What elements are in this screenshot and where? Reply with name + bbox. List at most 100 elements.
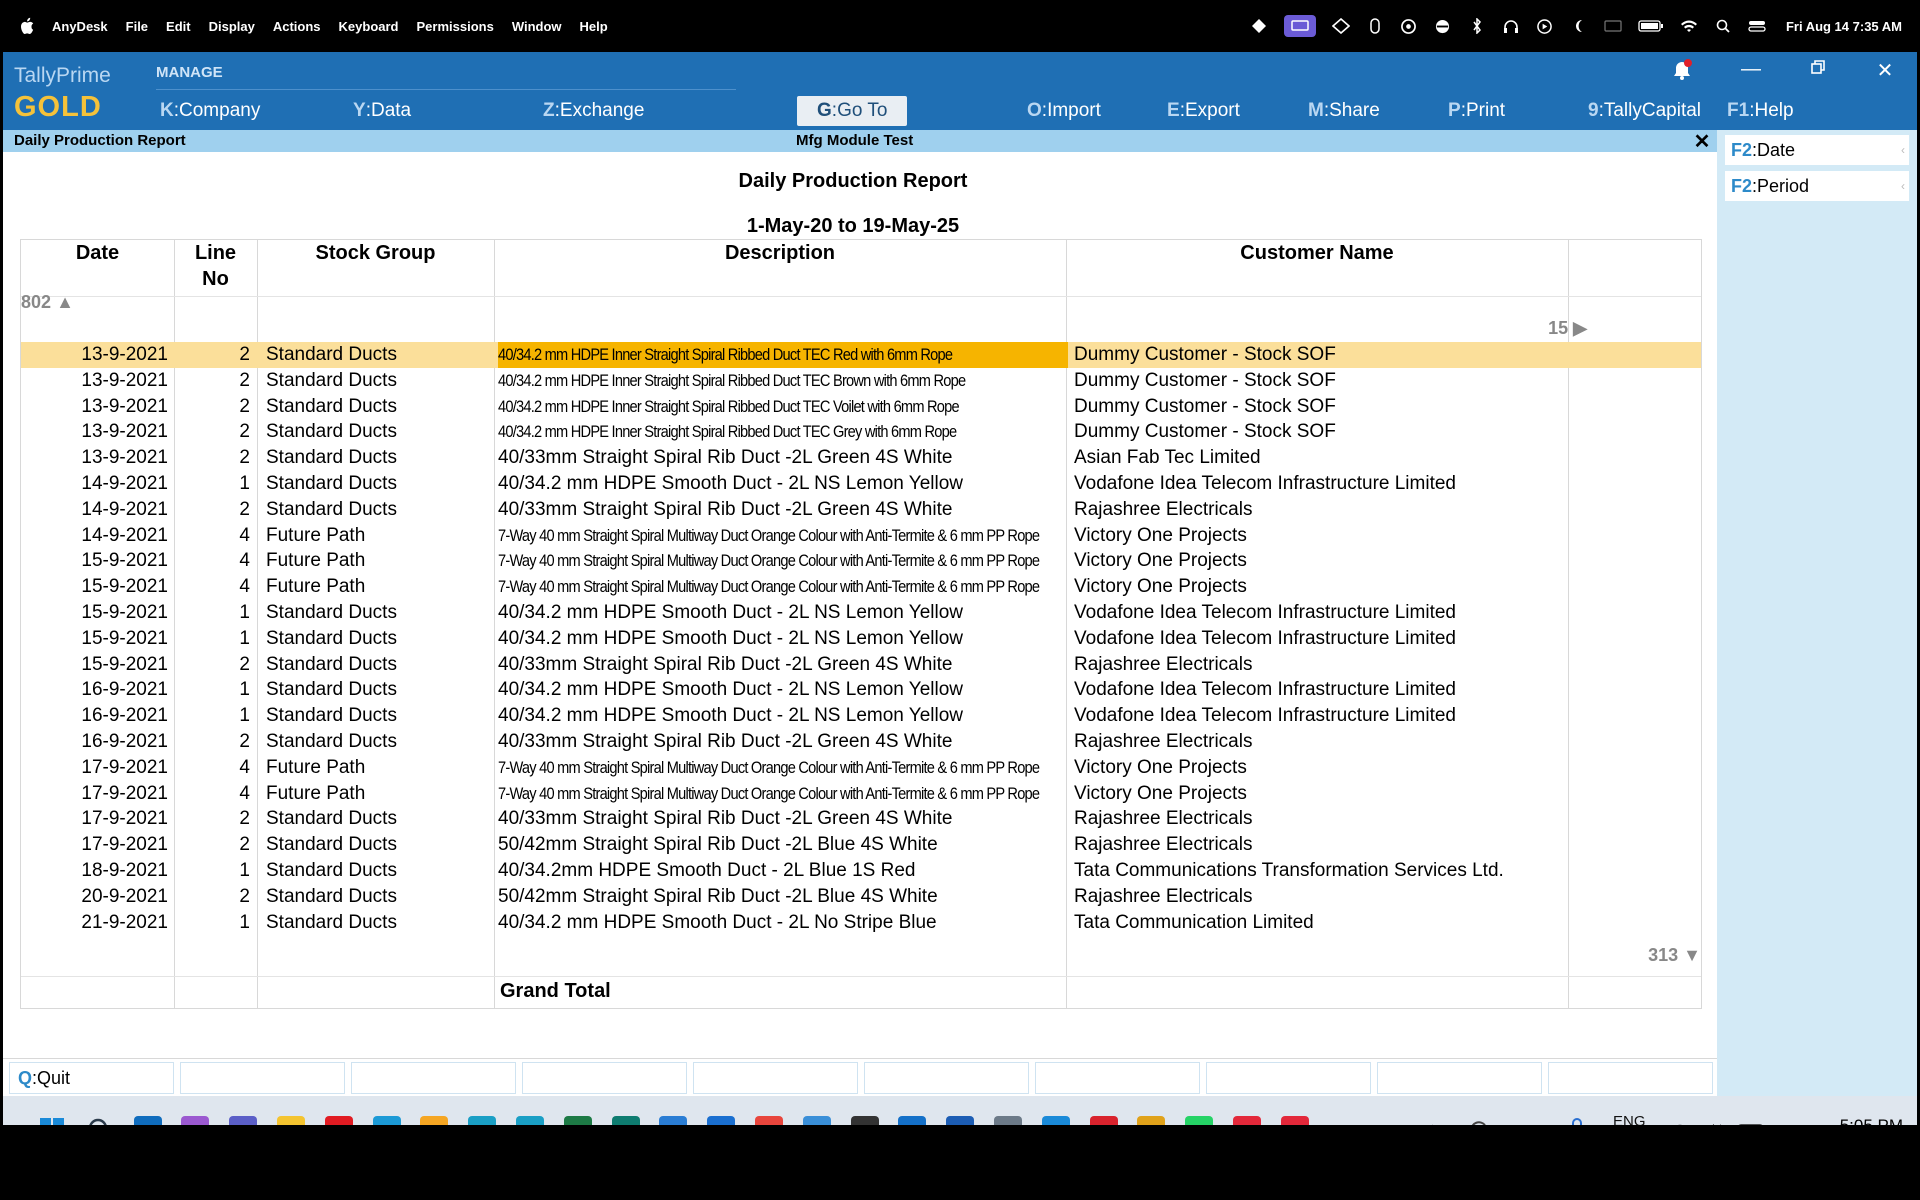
windows-start-icon[interactable] <box>38 1116 66 1125</box>
menu-app-anydesk[interactable]: AnyDesk <box>52 19 108 34</box>
acrobat-icon[interactable] <box>1089 1116 1118 1125</box>
goto-button[interactable]: G:Go To <box>797 96 908 126</box>
tallycapital-button[interactable]: 9:TallyCapital <box>1588 96 1701 126</box>
bottom-button-empty[interactable] <box>1548 1062 1713 1094</box>
menu-display[interactable]: Display <box>209 19 255 34</box>
tray-overflow-chevron-icon[interactable]: ⌃ <box>1425 1122 1440 1125</box>
import-button[interactable]: O:Import <box>1027 96 1101 126</box>
remote-control-icon[interactable] <box>1331 18 1350 34</box>
menu-help[interactable]: Help <box>580 19 608 34</box>
menu-actions[interactable]: Actions <box>273 19 321 34</box>
bluetooth-icon[interactable] <box>1468 18 1486 34</box>
header-stock-group[interactable]: Stock Group <box>257 240 494 266</box>
tally-icon[interactable] <box>420 1116 449 1125</box>
search-icon[interactable] <box>86 1116 114 1125</box>
sync-icon[interactable] <box>1467 1118 1491 1125</box>
anydesk-status-icon[interactable] <box>1250 19 1268 33</box>
copilot-icon[interactable] <box>181 1116 210 1125</box>
minimize-icon[interactable]: — <box>1736 58 1766 81</box>
play-icon[interactable] <box>1536 18 1554 34</box>
table-row[interactable]: 14-9-2021 2 Standard Ducts 40/33mm Straight… <box>21 497 1701 523</box>
battery-percent[interactable]: 85 <box>1509 1122 1531 1125</box>
bottom-button-empty[interactable] <box>864 1062 1029 1094</box>
header-customer-name[interactable]: Customer Name <box>1066 240 1568 266</box>
table-row[interactable]: 13-9-2021 2 Standard Ducts 40/34.2 mm HDPE … <box>21 368 1701 394</box>
restore-icon[interactable] <box>1803 58 1833 81</box>
table-row[interactable]: 15-9-2021 1 Standard Ducts 40/34.2 mm HDPE … <box>21 626 1701 652</box>
table-row[interactable]: 16-9-2021 2 Standard Ducts 40/33mm Straight… <box>21 729 1701 755</box>
edge-icon[interactable] <box>372 1116 401 1125</box>
period-button[interactable]: F2:Period ‹ <box>1725 171 1909 201</box>
anydesk-icon[interactable] <box>1233 1116 1261 1125</box>
table-row[interactable]: 17-9-2021 2 Standard Ducts 40/33mm Straight… <box>21 806 1701 832</box>
menu-edit[interactable]: Edit <box>166 19 191 34</box>
app-icon-4[interactable] <box>898 1116 927 1125</box>
header-date[interactable]: Date <box>21 240 174 266</box>
menu-permissions[interactable]: Permissions <box>417 19 494 34</box>
table-row[interactable]: 14-9-2021 1 Standard Ducts 40/34.2 mm HDPE … <box>21 471 1701 497</box>
moon-icon[interactable] <box>1570 19 1588 33</box>
screen-share-icon[interactable] <box>1283 15 1316 37</box>
anydesk-icon-2[interactable] <box>1280 1116 1309 1125</box>
company-button[interactable]: K:Company <box>160 96 260 126</box>
table-row[interactable]: 17-9-2021 2 Standard Ducts 50/42mm Straight… <box>21 832 1701 858</box>
table-row[interactable]: 14-9-2021 4 Future Path 7-Way 40 mm Straigh… <box>21 523 1701 549</box>
headphones-icon[interactable] <box>1502 19 1520 33</box>
menu-file[interactable]: File <box>126 19 148 34</box>
app-icon-2[interactable] <box>516 1116 544 1125</box>
share-button[interactable]: M:Share <box>1308 96 1380 126</box>
control-center-icon[interactable] <box>1748 19 1766 33</box>
mouse-icon[interactable] <box>1366 18 1384 34</box>
terminal-icon[interactable] <box>850 1116 879 1125</box>
bottom-button-empty[interactable] <box>351 1062 516 1094</box>
app-icon-5[interactable] <box>946 1116 975 1125</box>
table-row[interactable]: 16-9-2021 1 Standard Ducts 40/34.2 mm HDPE … <box>21 677 1701 703</box>
opera-icon[interactable] <box>324 1116 353 1125</box>
table-row[interactable]: 13-9-2021 2 Standard Ducts 40/34.2 mm HDPE … <box>21 342 1701 368</box>
rows-below-indicator[interactable]: 313 ▼ <box>1621 945 1701 966</box>
language-indicator[interactable]: ENGIN <box>1613 1112 1646 1125</box>
menu-keyboard[interactable]: Keyboard <box>339 19 399 34</box>
wifi-icon[interactable] <box>1669 1122 1691 1125</box>
chrome-tray-icon[interactable] <box>1400 18 1418 34</box>
publisher-icon[interactable] <box>611 1116 640 1125</box>
whatsapp-icon[interactable] <box>1185 1116 1214 1125</box>
microphone-icon[interactable] <box>1569 1118 1585 1125</box>
battery-icon[interactable] <box>1737 1124 1767 1125</box>
bottom-button-empty[interactable] <box>1377 1062 1542 1094</box>
quit-button[interactable]: Q:Quit <box>9 1062 174 1094</box>
data-button[interactable]: Y:Data <box>353 96 411 126</box>
spotlight-search-icon[interactable] <box>1714 19 1732 33</box>
table-row[interactable]: 15-9-2021 2 Standard Ducts 40/33mm Straight… <box>21 652 1701 678</box>
menu-bar-clock[interactable]: Fri Aug 14 7:35 AM <box>1786 19 1902 34</box>
columns-right-indicator[interactable]: 15 ▶ <box>1517 318 1587 339</box>
table-row[interactable]: 15-9-2021 4 Future Path 7-Way 40 mm Straigh… <box>21 548 1701 574</box>
table-row[interactable]: 13-9-2021 2 Standard Ducts 40/34.2 mm HDPE … <box>21 419 1701 445</box>
exchange-button[interactable]: Z:Exchange <box>543 96 644 126</box>
header-description[interactable]: Description <box>494 240 1066 266</box>
table-row[interactable]: 16-9-2021 1 Standard Ducts 40/34.2 mm HDPE … <box>21 703 1701 729</box>
close-window-icon[interactable]: ✕ <box>1870 58 1900 83</box>
wifi-icon[interactable] <box>1680 19 1698 33</box>
bottom-button-empty[interactable] <box>1035 1062 1200 1094</box>
settings-icon[interactable] <box>994 1116 1022 1125</box>
print-button[interactable]: P:Print <box>1448 96 1505 126</box>
chrome-icon[interactable] <box>755 1116 783 1125</box>
help-button[interactable]: F1:Help <box>1727 96 1794 126</box>
bottom-button-empty[interactable] <box>180 1062 345 1094</box>
volume-icon[interactable] <box>1703 1122 1725 1125</box>
teams-icon[interactable] <box>229 1116 258 1125</box>
bottom-button-empty[interactable] <box>1206 1062 1371 1094</box>
table-row[interactable]: 15-9-2021 1 Standard Ducts 40/34.2 mm HDPE … <box>21 600 1701 626</box>
date-button[interactable]: F2:Date ‹ <box>1725 135 1909 165</box>
file-explorer-icon[interactable] <box>277 1116 305 1125</box>
rows-above-indicator[interactable]: 802 ▲ <box>21 292 74 313</box>
bottom-button-empty[interactable] <box>693 1062 858 1094</box>
close-report-icon[interactable]: ✕ <box>1690 129 1714 154</box>
battery-icon[interactable] <box>1638 19 1664 33</box>
table-row[interactable]: 21-9-2021 1 Standard Ducts 40/34.2 mm HDPE … <box>21 910 1701 936</box>
app-icon-7[interactable] <box>1137 1116 1166 1125</box>
vpn-icon[interactable] <box>1434 19 1452 33</box>
export-button[interactable]: E:Export <box>1167 96 1240 126</box>
notepad-icon[interactable] <box>802 1116 831 1125</box>
